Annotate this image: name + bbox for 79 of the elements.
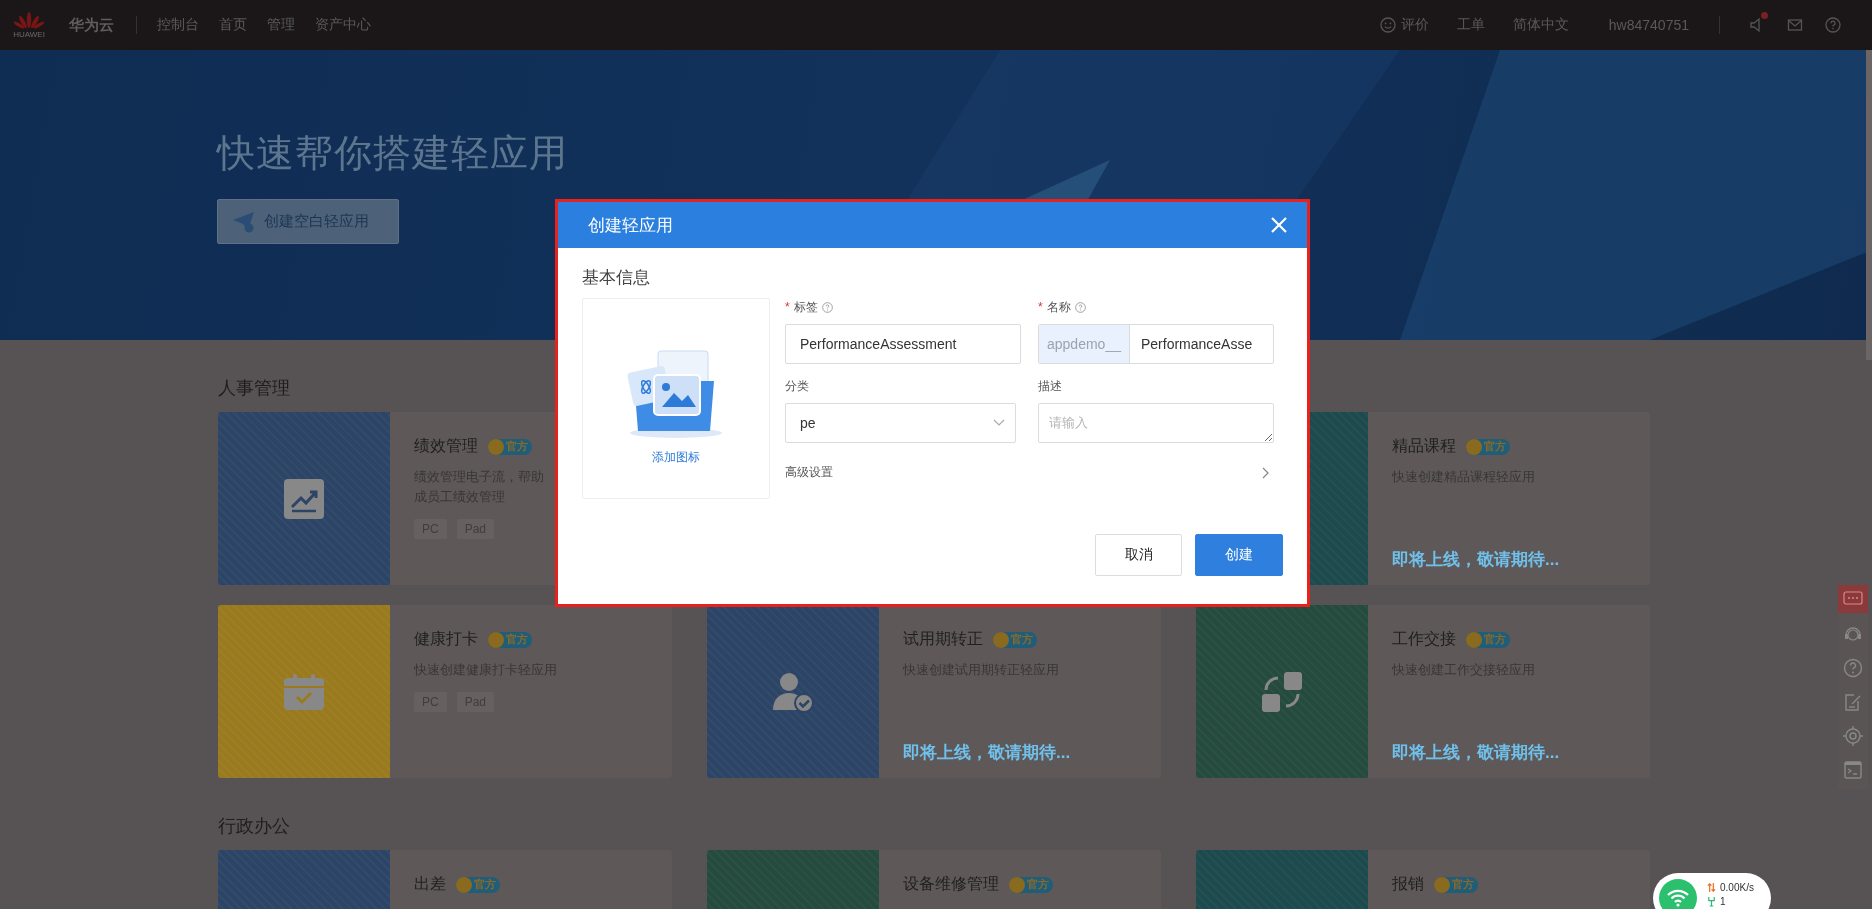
- official-badge: 官方: [1009, 876, 1053, 893]
- cancel-button[interactable]: 取消: [1095, 534, 1182, 576]
- smiley-icon: [1379, 17, 1396, 33]
- section-heading: 基本信息: [582, 267, 651, 289]
- section-title: 行政办公: [218, 815, 290, 838]
- mail-icon: [1787, 17, 1803, 33]
- network-speed: 0.00K/s: [1720, 882, 1754, 893]
- chat-button[interactable]: [1838, 585, 1868, 613]
- icon-upload-box[interactable]: 添加图标: [582, 298, 770, 499]
- header-link[interactable]: 工单: [1456, 16, 1485, 34]
- field-label: 描述: [1038, 377, 1062, 395]
- official-badge: 官方: [488, 631, 532, 648]
- nav-link[interactable]: 管理: [267, 16, 295, 34]
- official-badge: 官方: [1434, 876, 1478, 893]
- logo[interactable]: HUAWEI: [14, 11, 44, 39]
- plug-icon: [1707, 896, 1716, 907]
- description-field[interactable]: 请输入: [1038, 403, 1274, 443]
- chat-icon: [1843, 591, 1863, 607]
- coming-soon-text: 即将上线，敬请期待...: [1392, 549, 1561, 571]
- advanced-settings-label: 高级设置: [785, 464, 833, 481]
- help-icon[interactable]: [821, 301, 833, 313]
- card-title: 工作交接: [1392, 629, 1456, 649]
- nav-link[interactable]: 控制台: [157, 16, 199, 34]
- card-title: 健康打卡: [414, 629, 478, 649]
- wifi-icon: [1666, 888, 1690, 908]
- help-icon: [1825, 17, 1841, 33]
- official-badge: 官方: [456, 876, 500, 893]
- help-icon[interactable]: [1074, 301, 1086, 313]
- help-icon: [1843, 658, 1863, 678]
- card-title: 绩效管理: [414, 436, 478, 456]
- nav-link[interactable]: 首页: [219, 16, 247, 34]
- dialog-title: 创建轻应用: [588, 214, 673, 237]
- name-prefix: appdemo__: [1039, 325, 1130, 363]
- connection-count: 1: [1720, 896, 1726, 907]
- card-title: 精品课程: [1392, 436, 1456, 456]
- target-icon: [1843, 726, 1863, 746]
- paper-plane-icon: [232, 210, 256, 233]
- app-card[interactable]: 报销 官方: [1196, 850, 1650, 909]
- official-badge: 官方: [488, 438, 532, 455]
- field-label: 标签: [793, 298, 818, 316]
- field-label: 分类: [785, 377, 809, 395]
- official-badge: 官方: [1466, 631, 1510, 648]
- chart-icon: [284, 478, 324, 519]
- chevron-right-icon: [1262, 466, 1270, 479]
- card-title: 出差: [414, 874, 446, 894]
- header-link[interactable]: hw84740751: [1608, 17, 1689, 33]
- create-button[interactable]: 创建: [1195, 534, 1283, 576]
- label-input-field[interactable]: PerformanceAssessment: [785, 324, 1021, 364]
- app-card[interactable]: 出差 官方: [218, 850, 672, 909]
- brand-name[interactable]: 华为云: [69, 15, 114, 35]
- feedback-link[interactable]: 评价: [1379, 16, 1429, 34]
- required-asterisk: *: [1038, 300, 1043, 314]
- official-badge: 官方: [1466, 438, 1510, 455]
- flower-logo-icon: [14, 11, 44, 30]
- swap-squares-icon: [1260, 669, 1304, 714]
- calendar-icon: [284, 671, 324, 712]
- card-title: 试用期转正: [903, 629, 983, 649]
- banner-title: 快速帮你搭建轻应用: [217, 131, 569, 176]
- category-select[interactable]: pe: [785, 403, 1016, 443]
- logo-text: HUAWEI: [13, 29, 45, 39]
- edit-document-icon: [1843, 692, 1863, 712]
- up-down-arrows-icon: [1707, 882, 1716, 893]
- name-input-field[interactable]: appdemo__ PerformanceAsse: [1038, 324, 1274, 364]
- coming-soon-text: 即将上线，敬请期待...: [903, 742, 1072, 764]
- field-label: 名称: [1046, 298, 1071, 316]
- nav-link[interactable]: 资产中心: [315, 16, 371, 34]
- chevron-down-icon: [993, 419, 1005, 427]
- app-card[interactable]: 设备维修管理 官方: [707, 850, 1161, 909]
- card-title: 报销: [1392, 874, 1424, 894]
- header-link[interactable]: 简体中文: [1512, 16, 1569, 34]
- section-title: 人事管理: [218, 377, 290, 400]
- coming-soon-text: 即将上线，敬请期待...: [1392, 742, 1561, 764]
- required-asterisk: *: [785, 300, 790, 314]
- headset-icon: [1843, 624, 1863, 644]
- close-icon: [1270, 216, 1288, 234]
- card-title: 设备维修管理: [903, 874, 999, 894]
- name-value: PerformanceAsse: [1139, 335, 1253, 354]
- terminal-icon: [1843, 760, 1863, 780]
- official-badge: 官方: [993, 631, 1037, 648]
